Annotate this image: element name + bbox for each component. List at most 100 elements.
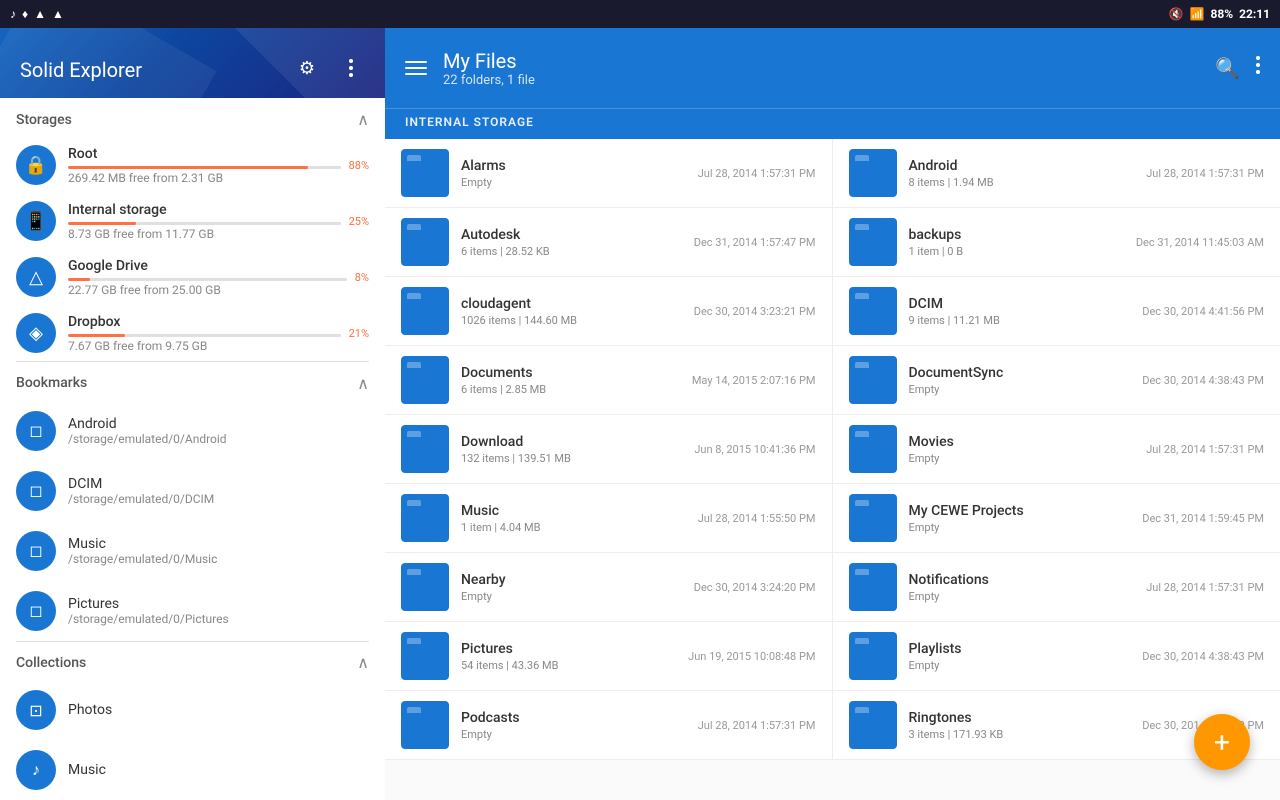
folder-icon (849, 149, 897, 197)
file-date: Jul 28, 2014 1:57:31 PM (1146, 167, 1264, 180)
bookmark-icon: ◻ (16, 531, 56, 571)
file-info: Alarms Empty (461, 158, 690, 189)
collection-item[interactable]: ⊡ Photos (0, 680, 385, 740)
storage-detail: 269.42 MB free from 2.31 GB (68, 171, 341, 185)
storage-item[interactable]: 📱 Internal storage 8.73 GB free from 11.… (0, 193, 385, 249)
file-date: Dec 30, 2014 4:41:56 PM (1142, 305, 1264, 318)
file-item[interactable]: DCIM 9 items | 11.21 MB Dec 30, 2014 4:4… (833, 277, 1280, 346)
file-item[interactable]: My CEWE Projects Empty Dec 31, 2014 1:59… (833, 484, 1280, 553)
bookmark-name: Android (68, 416, 227, 432)
bookmark-item[interactable]: ◻ Music /storage/emulated/0/Music (0, 521, 385, 581)
progress-bar (68, 222, 341, 225)
folder-icon (401, 632, 449, 680)
storage-name: Dropbox (68, 314, 341, 330)
bookmark-item[interactable]: ◻ Android /storage/emulated/0/Android (0, 401, 385, 461)
collection-name: Photos (68, 702, 112, 718)
bookmark-icon: ◻ (16, 591, 56, 631)
file-date: Jul 28, 2014 1:55:50 PM (698, 512, 816, 525)
file-item[interactable]: Notifications Empty Jul 28, 2014 1:57:31… (833, 553, 1280, 622)
collections-section-header[interactable]: Collections ∧ (0, 641, 385, 680)
file-item[interactable]: Nearby Empty Dec 30, 2014 3:24:20 PM (385, 553, 833, 622)
storage-item[interactable]: △ Google Drive 22.77 GB free from 25.00 … (0, 249, 385, 305)
bookmarks-chevron-icon: ∧ (357, 374, 369, 393)
storage-icon: ◈ (16, 313, 56, 353)
file-meta: Empty (909, 521, 1135, 534)
file-name: My CEWE Projects (909, 503, 1135, 519)
file-name: Playlists (909, 641, 1135, 657)
file-name: Podcasts (461, 710, 690, 726)
progress-bar (68, 334, 341, 337)
storage-percent: 21% (349, 327, 369, 340)
file-info: My CEWE Projects Empty (909, 503, 1135, 534)
bookmark-icon: ◻ (16, 471, 56, 511)
storage-item[interactable]: 🔒 Root 269.42 MB free from 2.31 GB 88% (0, 137, 385, 193)
toolbar-title-area: My Files 22 folders, 1 file (443, 49, 1199, 88)
file-item[interactable]: Autodesk 6 items | 28.52 KB Dec 31, 2014… (385, 208, 833, 277)
file-item[interactable]: Music 1 item | 4.04 MB Jul 28, 2014 1:55… (385, 484, 833, 553)
fab-button[interactable]: + (1194, 714, 1250, 770)
file-name: DocumentSync (909, 365, 1135, 381)
bookmarks-section-header[interactable]: Bookmarks ∧ (0, 362, 385, 401)
collection-name: Music (68, 762, 106, 778)
file-meta: 3 items | 171.93 KB (909, 728, 1135, 741)
file-date: Dec 30, 2014 3:23:21 PM (694, 305, 816, 318)
settings-icon[interactable]: ⚙ (293, 54, 321, 82)
folder-icon (849, 287, 897, 335)
sidebar: Solid Explorer ⚙ Storages ∧ 🔒 Roo (0, 28, 385, 800)
storage-percent: 88% (349, 159, 369, 172)
collections-label: Collections (16, 655, 86, 671)
storage-item[interactable]: ◈ Dropbox 7.67 GB free from 9.75 GB 21% (0, 305, 385, 361)
hamburger-icon[interactable] (405, 61, 427, 75)
file-meta: 54 items | 43.36 MB (461, 659, 680, 672)
file-meta: Empty (909, 590, 1139, 603)
file-item[interactable]: Podcasts Empty Jul 28, 2014 1:57:31 PM (385, 691, 833, 760)
bookmark-item[interactable]: ◻ Pictures /storage/emulated/0/Pictures (0, 581, 385, 641)
file-item[interactable]: Playlists Empty Dec 30, 2014 4:38:43 PM (833, 622, 1280, 691)
bookmark-info: Pictures /storage/emulated/0/Pictures (68, 596, 229, 626)
progress-fill (68, 222, 136, 225)
file-item[interactable]: DocumentSync Empty Dec 30, 2014 4:38:43 … (833, 346, 1280, 415)
file-item[interactable]: Android 8 items | 1.94 MB Jul 28, 2014 1… (833, 139, 1280, 208)
file-info: Ringtones 3 items | 171.93 KB (909, 710, 1135, 741)
file-info: Pictures 54 items | 43.36 MB (461, 641, 680, 672)
file-item[interactable]: Download 132 items | 139.51 MB Jun 8, 20… (385, 415, 833, 484)
bookmarks-label: Bookmarks (16, 375, 87, 391)
toolbar-title: My Files (443, 49, 1199, 73)
alert-icon-1: ♦ (22, 7, 28, 21)
wifi-icon: 📶 (1189, 7, 1204, 21)
file-meta: 9 items | 11.21 MB (909, 314, 1135, 327)
storage-info: Internal storage 8.73 GB free from 11.77… (68, 202, 341, 241)
toolbar-subtitle: 22 folders, 1 file (443, 73, 1199, 88)
file-info: Playlists Empty (909, 641, 1135, 672)
storage-icon: △ (16, 257, 56, 297)
file-date: Jul 28, 2014 1:57:31 PM (698, 719, 816, 732)
file-item[interactable]: Pictures 54 items | 43.36 MB Jun 19, 201… (385, 622, 833, 691)
file-name: Pictures (461, 641, 680, 657)
file-date: May 14, 2015 2:07:16 PM (692, 374, 816, 387)
file-item[interactable]: Movies Empty Jul 28, 2014 1:57:31 PM (833, 415, 1280, 484)
storages-label: Storages (16, 112, 72, 128)
toolbar-actions: 🔍 (1215, 56, 1260, 80)
folder-icon (849, 425, 897, 473)
collection-item[interactable]: ♪ Music (0, 740, 385, 800)
storages-section-header[interactable]: Storages ∧ (0, 98, 385, 137)
file-item[interactable]: cloudagent 1026 items | 144.60 MB Dec 30… (385, 277, 833, 346)
folder-icon (401, 149, 449, 197)
file-meta: Empty (909, 452, 1139, 465)
more-options-icon[interactable] (337, 54, 365, 82)
file-item[interactable]: Alarms Empty Jul 28, 2014 1:57:31 PM (385, 139, 833, 208)
mute-icon: 🔇 (1169, 7, 1184, 21)
file-item[interactable]: backups 1 item | 0 B Dec 31, 2014 11:45:… (833, 208, 1280, 277)
file-item[interactable]: Documents 6 items | 2.85 MB May 14, 2015… (385, 346, 833, 415)
file-meta: Empty (461, 176, 690, 189)
file-name: Notifications (909, 572, 1139, 588)
progress-bar (68, 278, 347, 281)
overflow-menu-icon[interactable] (1256, 56, 1260, 80)
storage-label: INTERNAL STORAGE (385, 108, 1280, 139)
bookmark-item[interactable]: ◻ DCIM /storage/emulated/0/DCIM (0, 461, 385, 521)
file-date: Dec 31, 2014 1:57:47 PM (694, 236, 816, 249)
bookmark-name: DCIM (68, 476, 214, 492)
search-icon[interactable]: 🔍 (1215, 56, 1240, 80)
progress-bar (68, 166, 341, 169)
folder-icon (401, 218, 449, 266)
